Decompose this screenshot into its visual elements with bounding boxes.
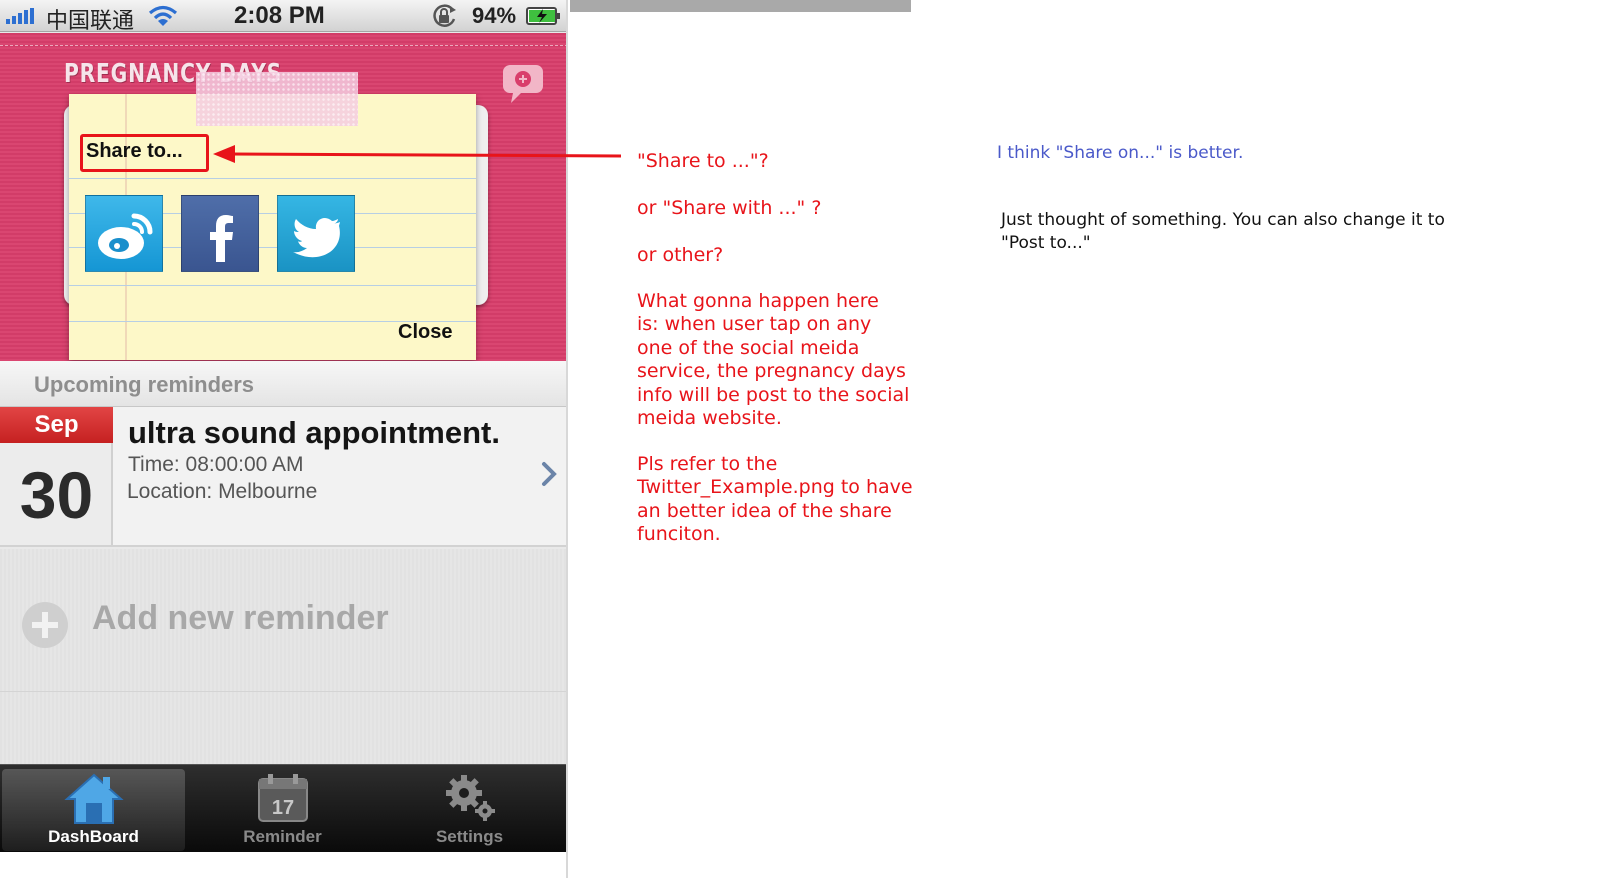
share-facebook-button[interactable] xyxy=(181,195,259,272)
annotation-comment-black: Just thought of something. You can also … xyxy=(1001,210,1445,253)
note-tape xyxy=(196,72,358,126)
weibo-icon xyxy=(98,213,153,259)
reminder-location: Location: Melbourne xyxy=(127,480,318,503)
status-time: 2:08 PM xyxy=(234,2,325,29)
tab-label: Settings xyxy=(435,827,504,846)
wifi-icon xyxy=(148,5,178,26)
annotation-arrow xyxy=(213,145,622,163)
annotation-note: Pls refer to the Twitter_Example.png to … xyxy=(637,453,913,546)
tab-label: DashBoard xyxy=(48,827,139,846)
annotation-note: "Share to ..."? xyxy=(637,150,769,172)
gear-icon xyxy=(445,775,495,821)
divider xyxy=(0,691,566,692)
reminder-title: ultra sound appointment. xyxy=(128,415,500,450)
share-twitter-button[interactable] xyxy=(277,195,355,272)
tab-dashboard[interactable]: DashBoard xyxy=(2,769,185,851)
calendar-icon: 17 xyxy=(257,774,308,822)
note-line xyxy=(69,285,476,286)
add-reminder-row[interactable]: Add new reminder xyxy=(0,549,566,764)
battery-charging-icon xyxy=(526,7,560,25)
annotation-note: or "Share with ..." ? xyxy=(637,197,822,219)
chevron-right-icon xyxy=(542,462,557,486)
battery-percent: 94% xyxy=(472,3,517,28)
tab-label: Reminder xyxy=(243,827,322,846)
phone-screen: 中国联通 2:08 PM 94% PREGNANCY DAYS Share to… xyxy=(0,0,568,878)
reminders-heading: Upcoming reminders xyxy=(34,372,255,397)
header-stitch-line xyxy=(0,45,566,46)
reminder-date-block: Sep 30 xyxy=(0,407,113,545)
reminder-month: Sep xyxy=(0,407,113,443)
reminder-day: 30 xyxy=(19,458,94,532)
twitter-icon xyxy=(293,218,340,258)
plus-circle-icon xyxy=(22,602,68,648)
tab-bar: DashBoard 17 Reminder Settings xyxy=(0,764,566,852)
svg-text:17: 17 xyxy=(271,797,293,819)
rotation-lock-icon xyxy=(433,4,456,27)
home-icon xyxy=(63,773,124,824)
annotation-note: What gonna happen here is: when user tap… xyxy=(637,290,910,430)
annotation-note: or other? xyxy=(637,244,724,266)
add-reminder-label: Add new reminder xyxy=(92,599,389,637)
annotation-comment-blue: I think "Share on..." is better. xyxy=(997,143,1244,163)
note-line xyxy=(69,178,476,179)
reminder-time: Time: 08:00:00 AM xyxy=(128,453,304,476)
status-bar: 中国联通 2:08 PM 94% xyxy=(0,0,566,34)
screenshot-bottom-margin xyxy=(0,852,566,878)
facebook-icon xyxy=(210,215,233,262)
tab-settings[interactable]: Settings xyxy=(378,769,561,851)
screen: 中国联通 2:08 PM 94% PREGNANCY DAYS Share to… xyxy=(0,0,1615,878)
carrier-name: 中国联通 xyxy=(46,9,135,34)
annotation-highlight-box xyxy=(80,134,209,172)
speech-bubble-plus-icon[interactable] xyxy=(501,63,545,105)
gray-strip xyxy=(570,0,911,12)
tab-reminder[interactable]: 17 Reminder xyxy=(191,769,374,851)
reminder-item[interactable]: Sep 30 ultra sound appointment. Time: 08… xyxy=(0,407,566,547)
share-weibo-button[interactable] xyxy=(85,195,163,272)
close-button[interactable]: Close xyxy=(398,321,452,344)
reminders-section-header: Upcoming reminders xyxy=(0,361,566,407)
